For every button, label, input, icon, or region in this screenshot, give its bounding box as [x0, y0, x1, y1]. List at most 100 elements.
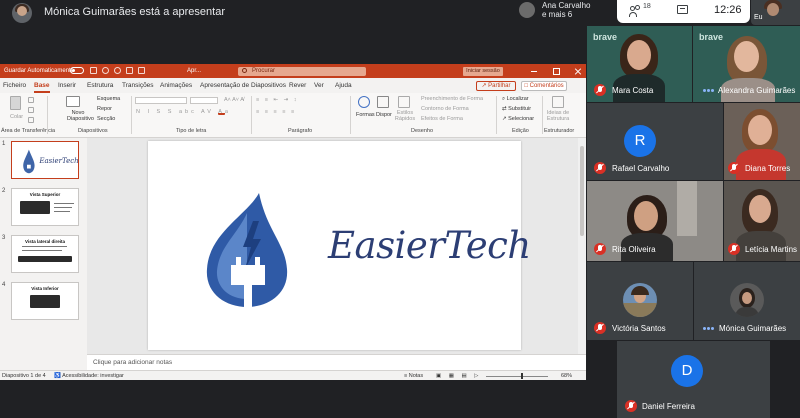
tab-animations[interactable]: Animações: [160, 82, 192, 89]
self-label: Eu: [754, 14, 763, 21]
find-button[interactable]: ⌕ Localizar: [502, 96, 529, 103]
new-slide-icon[interactable]: [66, 96, 80, 107]
save-icon[interactable]: [90, 67, 97, 74]
video-tile-monica-guimaraes[interactable]: Mónica Guimarães: [694, 262, 800, 340]
close-icon[interactable]: [574, 67, 582, 75]
shape-effects-button[interactable]: Efeitos de Forma: [421, 116, 463, 122]
maximize-icon[interactable]: [552, 67, 560, 75]
zoom-level[interactable]: 68%: [561, 373, 572, 379]
ribbon: Colar Área de Transferência Novo Diaposi…: [0, 93, 586, 138]
clock-time: 12:26: [714, 4, 742, 16]
people-icon[interactable]: [629, 4, 643, 18]
reset-button[interactable]: Repor: [97, 106, 112, 112]
video-tile-daniel-ferreira[interactable]: D Daniel Ferreira: [617, 341, 770, 418]
present-icon[interactable]: [126, 67, 133, 74]
search-placeholder: Procurar: [252, 68, 276, 74]
format-painter-icon[interactable]: [28, 117, 34, 123]
video-tile-alexandra-guimaraes[interactable]: brave Alexandra Guimarães: [693, 26, 800, 102]
notes-placeholder: Clique para adicionar notas: [93, 359, 173, 366]
tab-help[interactable]: Ajuda: [335, 82, 352, 89]
tab-transitions[interactable]: Transições: [122, 82, 154, 89]
undo-icon[interactable]: [102, 67, 109, 74]
participant-name: Mónica Guimarães: [719, 324, 787, 333]
new-slide-label[interactable]: Novo Diapositivo: [67, 110, 94, 122]
autosave-toggle[interactable]: [70, 67, 84, 74]
video-tile-victoria-santos[interactable]: Victória Santos: [587, 262, 693, 340]
paragraph-group-label: Parágrafo: [288, 128, 313, 134]
slide-number: 4: [2, 282, 6, 288]
meet-top-bar: Mónica Guimarães está a apresentar Ana C…: [0, 0, 800, 26]
slide-thumbnail-3[interactable]: Vista lateral direita: [11, 235, 79, 273]
quick-styles-icon[interactable]: [398, 96, 410, 108]
shapes-icon[interactable]: [358, 96, 370, 108]
participants-chip[interactable]: Ana Carvalho e mais 6: [517, 0, 607, 22]
tile-brand-text: brave: [699, 32, 724, 42]
zoom-slider-handle[interactable]: [521, 373, 523, 379]
font-group-label: Tipo de letra: [176, 128, 207, 134]
paste-icon[interactable]: [10, 96, 21, 110]
font-name-select[interactable]: [135, 97, 187, 104]
layout-button[interactable]: Esquema: [97, 96, 120, 102]
slide-scrollbar[interactable]: [578, 138, 586, 370]
zoom-slider[interactable]: [486, 376, 548, 377]
more-options-icon[interactable]: [703, 89, 715, 93]
mic-off-icon: [728, 162, 740, 174]
design-ideas-icon[interactable]: [552, 96, 564, 108]
design-ideas-label[interactable]: Ideias de Estrutura: [545, 110, 571, 122]
more-options-icon[interactable]: [703, 327, 715, 331]
replace-button[interactable]: ⇄ Substituir: [502, 106, 531, 112]
avatar: D: [671, 355, 703, 387]
section-button[interactable]: Secção: [97, 116, 115, 122]
tab-file[interactable]: Ficheiro: [3, 82, 26, 89]
accessibility-status[interactable]: ♿ Acessibilidade: investigar: [54, 373, 124, 379]
quick-styles-label[interactable]: Estilos Rápidos: [394, 110, 416, 122]
view-buttons[interactable]: ▣ ▦ ▤ ▷: [436, 373, 481, 379]
avatar: [730, 283, 764, 317]
participant-name: Diana Torres: [745, 164, 791, 173]
customize-toolbar-icon[interactable]: [138, 67, 145, 74]
share-button[interactable]: ↗ Partilhar: [476, 81, 516, 91]
font-size-select[interactable]: [190, 97, 218, 104]
slide-thumbnail-4[interactable]: Vista Inferior: [11, 282, 79, 320]
notes-toggle[interactable]: ≡ Notas: [404, 373, 423, 379]
slide-thumbnail-2[interactable]: Vista Superior: [11, 188, 79, 226]
document-title[interactable]: Apr...: [187, 68, 201, 74]
cut-icon[interactable]: [28, 97, 34, 103]
tab-home[interactable]: Base: [34, 82, 50, 93]
share-label: Partilhar: [488, 83, 511, 89]
search-input[interactable]: Procurar: [238, 67, 366, 76]
notes-pane[interactable]: Clique para adicionar notas: [87, 354, 586, 370]
video-tile-rafael-carvalho[interactable]: R Rafael Carvalho: [587, 103, 723, 180]
video-tile-mara-costa[interactable]: brave Mara Costa: [587, 26, 692, 102]
redo-icon[interactable]: [114, 67, 121, 74]
device-image: [30, 295, 60, 308]
slide-thumbnail-title: Vista lateral direita: [25, 239, 65, 244]
slide-thumbnail-1[interactable]: EasierTech: [11, 141, 79, 179]
tab-slideshow[interactable]: Apresentação de Diapositivos: [200, 82, 286, 89]
tab-review[interactable]: Rever: [289, 82, 306, 89]
tab-view[interactable]: Ver: [314, 82, 324, 89]
select-button[interactable]: ↗ Selecionar: [502, 116, 534, 122]
minimize-icon[interactable]: [530, 67, 538, 75]
slide-title: EasierTech: [328, 224, 531, 267]
ribbon-tabs: Ficheiro Base Inserir Estrutura Transiçõ…: [0, 80, 586, 93]
video-tile-rita-oliveira[interactable]: Rita Oliveira: [587, 181, 723, 261]
arrange-icon[interactable]: [377, 96, 389, 108]
copy-icon[interactable]: [28, 107, 34, 113]
tab-design[interactable]: Estrutura: [87, 82, 113, 89]
shape-outline-button[interactable]: Contorno de Forma: [421, 106, 469, 112]
chat-icon[interactable]: [677, 4, 689, 18]
font-color-icon[interactable]: [218, 107, 225, 115]
arrange-label[interactable]: Dispor: [376, 112, 392, 118]
shape-fill-button[interactable]: Preenchimento de Forma: [421, 96, 483, 102]
signin-button[interactable]: Iniciar sessão: [463, 67, 503, 76]
video-tile-diana-torres[interactable]: Diana Torres: [724, 103, 800, 180]
comments-button[interactable]: □ Comentários: [521, 81, 567, 91]
self-view-tile[interactable]: Eu: [751, 0, 800, 25]
current-slide[interactable]: EasierTech: [148, 141, 531, 350]
video-tile-leticia-martins[interactable]: Letícia Martins: [724, 181, 800, 261]
ribbon-display-icon[interactable]: [508, 67, 516, 75]
slide-number: 2: [2, 188, 6, 194]
shapes-label[interactable]: Formas: [356, 112, 375, 118]
tab-insert[interactable]: Inserir: [58, 82, 76, 89]
